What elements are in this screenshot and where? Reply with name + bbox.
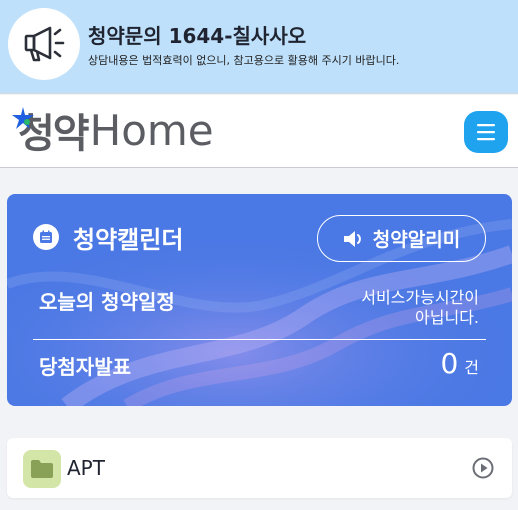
hamburger-menu-icon <box>477 124 495 141</box>
logo-english-text: Home <box>89 105 214 155</box>
megaphone-icon <box>8 8 80 80</box>
subscription-alert-button[interactable]: 청약알리미 <box>317 215 486 262</box>
calendar-icon <box>33 224 59 250</box>
alert-button-label: 청약알리미 <box>372 229 461 251</box>
winner-count[interactable]: 0 건 <box>440 347 479 380</box>
today-schedule-label: 오늘의 청약일정 <box>39 290 175 314</box>
winner-count-unit: 건 <box>464 358 479 377</box>
hamburger-menu-button[interactable] <box>464 111 508 153</box>
calendar-title: 청약캘린더 <box>73 226 184 254</box>
notice-subtitle: 상담내용은 법적효력이 없으니, 참고용으로 활용해 주시기 바랍니다. <box>88 54 400 67</box>
notice-banner: 청약문의 1644-칠사사오 상담내용은 법적효력이 없으니, 참고용으로 활용… <box>0 0 518 94</box>
site-logo[interactable]: 청약 Home <box>12 105 214 157</box>
subscription-calendar-card: 청약캘린더 청약알리미 오늘의 청약일정 서비스가능시간이 아닙니다. 당첨자발… <box>7 194 512 406</box>
winner-announcement-label: 당첨자발표 <box>39 355 131 379</box>
apt-label: APT <box>67 456 105 480</box>
service-status-text: 서비스가능시간이 아닙니다. <box>361 288 479 328</box>
winner-count-number: 0 <box>440 347 459 380</box>
app-header: 청약 Home <box>0 95 518 168</box>
folder-icon <box>23 450 61 488</box>
card-divider <box>33 339 486 340</box>
notice-title: 청약문의 1644-칠사사오 <box>88 24 307 48</box>
service-status-line1: 서비스가능시간이 <box>361 288 479 307</box>
play-circle-icon[interactable] <box>472 457 494 479</box>
logo-star-icon <box>12 107 34 129</box>
service-status-line2: 아닙니다. <box>415 308 479 327</box>
speaker-icon <box>343 230 361 247</box>
apt-list-item[interactable]: APT <box>7 438 512 498</box>
